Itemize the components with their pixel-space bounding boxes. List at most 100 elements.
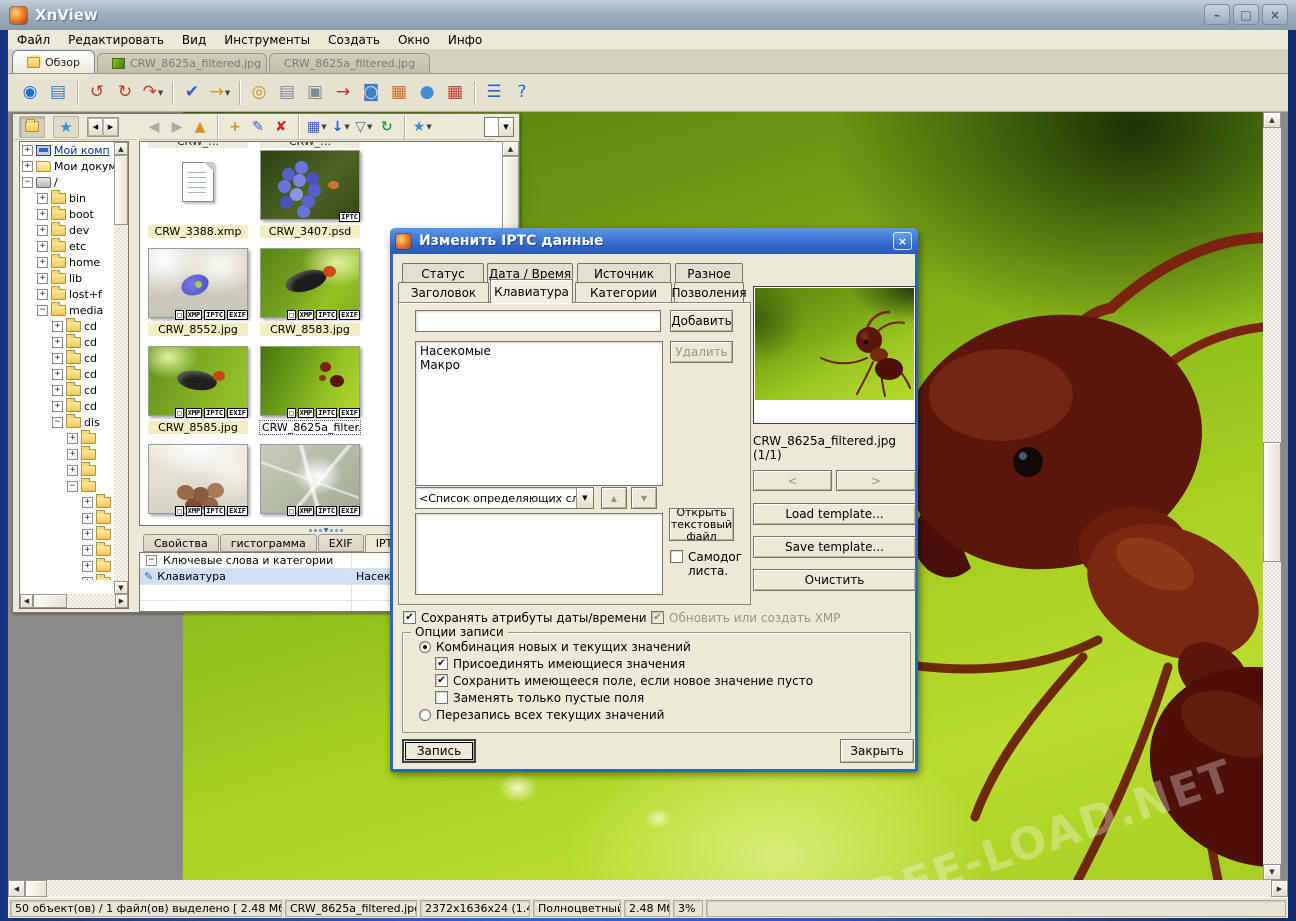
filter-button[interactable]: ▽▼ — [353, 115, 375, 139]
tree-item-24[interactable]: + — [20, 526, 116, 542]
info-tab-EXIF[interactable]: EXIF — [318, 534, 364, 552]
move-up-button[interactable]: ▲ — [601, 487, 627, 509]
tab-keywords[interactable]: Клавиатура — [490, 279, 573, 303]
predefined-keyword-list[interactable] — [415, 513, 663, 595]
rotate-right-button[interactable]: ↻ — [111, 79, 139, 107]
collapse-box-icon[interactable]: − — [52, 417, 63, 428]
file-CRW_8552.jpg[interactable]: □XMPIPTCEXIFCRW_8552.jpg — [148, 248, 248, 338]
radio-unselected[interactable] — [419, 709, 431, 721]
expand-box-icon[interactable]: + — [37, 257, 48, 268]
scroll-left-arrow-icon[interactable]: ◀ — [8, 880, 25, 897]
tree-item-bin[interactable]: +bin — [20, 190, 116, 206]
collapse-box-icon[interactable]: − — [37, 305, 48, 316]
slideshow-button[interactable]: ▦ — [385, 79, 413, 107]
checkbox-checked[interactable]: ✔ — [435, 657, 448, 670]
file-CRW_8583.jpg[interactable]: □XMPIPTCEXIFCRW_8583.jpg — [260, 248, 360, 338]
tree-scroll-thumb[interactable] — [114, 155, 128, 225]
tree-item-/[interactable]: −/ — [20, 174, 116, 190]
checkbox-checked[interactable]: ✔ — [435, 674, 448, 687]
tree-item-etc[interactable]: +etc — [20, 238, 116, 254]
window-tab-0[interactable]: Обзор — [12, 50, 95, 73]
horizontal-scroll-thumb[interactable] — [25, 880, 47, 897]
tree-item-cd[interactable]: +cd — [20, 398, 116, 414]
expand-box-icon[interactable]: + — [37, 193, 48, 204]
delete-button[interactable]: ✘ — [270, 115, 292, 139]
expand-box-icon[interactable]: + — [52, 321, 63, 332]
tree-item-boot[interactable]: +boot — [20, 206, 116, 222]
tree-item-dis[interactable]: −dis — [20, 414, 116, 430]
tab-misc[interactable]: Разное — [675, 263, 743, 283]
tree-item-cd[interactable]: +cd — [20, 382, 116, 398]
mosaic-button[interactable]: ▦ — [441, 79, 469, 107]
tree-item-cd[interactable]: +cd — [20, 334, 116, 350]
chevron-down-icon[interactable]: ▼ — [576, 488, 593, 508]
save-template-button[interactable]: Save template... — [753, 536, 916, 558]
back-button[interactable]: ◀ — [143, 115, 165, 139]
convert-button[interactable]: ✔ — [178, 79, 206, 107]
web-button[interactable]: ● — [413, 79, 441, 107]
nav-left-icon[interactable]: ◀ — [88, 118, 103, 136]
tree-item-lost+f[interactable]: +lost+f — [20, 286, 116, 302]
tree-item-cd[interactable]: +cd — [20, 350, 116, 366]
remove-keyword-button[interactable]: Удалить — [670, 341, 733, 363]
expand-box-icon[interactable]: + — [82, 561, 93, 572]
next-image-button[interactable]: > — [836, 470, 916, 491]
refresh-button[interactable]: ↻ — [376, 115, 398, 139]
info-tab-Свойства[interactable]: Свойства — [143, 534, 219, 552]
tab-source[interactable]: Источник — [577, 263, 671, 283]
move-down-button[interactable]: ▼ — [631, 487, 657, 509]
chevron-down-icon[interactable]: ▼ — [498, 118, 513, 136]
view-mode-button[interactable]: ▦▼ — [305, 115, 329, 139]
expand-box-icon[interactable]: + — [82, 497, 93, 508]
tree-item-21[interactable]: − — [20, 478, 116, 494]
close-dialog-button[interactable]: Закрыть — [840, 739, 914, 763]
info-tab-гистограмма[interactable]: гистограмма — [220, 534, 317, 552]
tree-item-20[interactable]: + — [20, 462, 116, 478]
tree-hscroll-thumb[interactable] — [33, 594, 67, 608]
scroll-left-arrow-icon[interactable]: ◀ — [20, 594, 33, 608]
expand-box-icon[interactable]: + — [67, 449, 78, 460]
previous-image-button[interactable]: < — [753, 470, 832, 491]
radio-selected[interactable] — [419, 641, 431, 653]
parent-folder-button[interactable]: ▲ — [189, 115, 211, 139]
open-text-file-button[interactable]: Открыть текстовый файл — [669, 508, 734, 541]
expand-box-icon[interactable]: + — [37, 289, 48, 300]
file-CRW_3407.psd[interactable]: IPTCCRW_3407.psd — [260, 150, 360, 240]
tree-item-dev[interactable]: +dev — [20, 222, 116, 238]
favorites-button[interactable]: ★ — [53, 116, 79, 138]
collapse-box-icon[interactable]: − — [146, 555, 157, 566]
tree-item-22[interactable]: + — [20, 494, 116, 510]
tree-item-lib[interactable]: +lib — [20, 270, 116, 286]
tree-item-Мои докум[interactable]: +Мои докум — [20, 158, 116, 174]
tree-horizontal-scrollbar[interactable]: ◀ ▶ — [20, 594, 128, 608]
keyword-list[interactable]: Насекомые Макро — [415, 341, 663, 486]
expand-box-icon[interactable]: + — [37, 273, 48, 284]
expand-box-icon[interactable]: + — [22, 161, 33, 172]
tab-status[interactable]: Статус — [402, 263, 484, 283]
close-button[interactable]: × — [1262, 4, 1288, 25]
scroll-up-arrow-icon[interactable]: ▲ — [1263, 112, 1281, 128]
expand-box-icon[interactable]: + — [37, 209, 48, 220]
viewer-eye-button[interactable]: ◉ — [16, 79, 44, 107]
tree-item-cd[interactable]: +cd — [20, 366, 116, 382]
tree-item-25[interactable]: + — [20, 542, 116, 558]
expand-box-icon[interactable]: + — [52, 337, 63, 348]
file-CRW_8585.jpg[interactable]: □XMPIPTCEXIFCRW_8585.jpg — [148, 346, 248, 436]
create-folder-button[interactable]: + — [224, 115, 246, 139]
export-button[interactable]: → — [329, 79, 357, 107]
keep-field-checkbox[interactable]: ✔ Сохранить имеющееся поле, если новое з… — [435, 674, 813, 688]
menu-item-3[interactable]: Инструменты — [215, 31, 319, 49]
image-horizontal-scrollbar[interactable] — [8, 880, 1288, 897]
overwrite-values-radio[interactable]: Перезапись всех текущих значений — [419, 708, 664, 722]
folders-view-button[interactable] — [19, 116, 45, 138]
add-keyword-button[interactable]: Добавить — [670, 310, 733, 332]
scroll-right-arrow-icon[interactable]: ▶ — [115, 594, 128, 608]
expand-box-icon[interactable]: + — [52, 369, 63, 380]
vertical-scroll-thumb[interactable] — [1263, 442, 1281, 562]
window-tab-2[interactable]: CRW_8625a_filtered.jpg — [269, 53, 430, 73]
menu-item-6[interactable]: Инфо — [439, 31, 491, 49]
keyword-input[interactable] — [415, 310, 661, 332]
tab-categories[interactable]: Категории — [575, 282, 672, 302]
clear-button[interactable]: Очистить — [753, 569, 916, 591]
expand-box-icon[interactable]: + — [37, 225, 48, 236]
